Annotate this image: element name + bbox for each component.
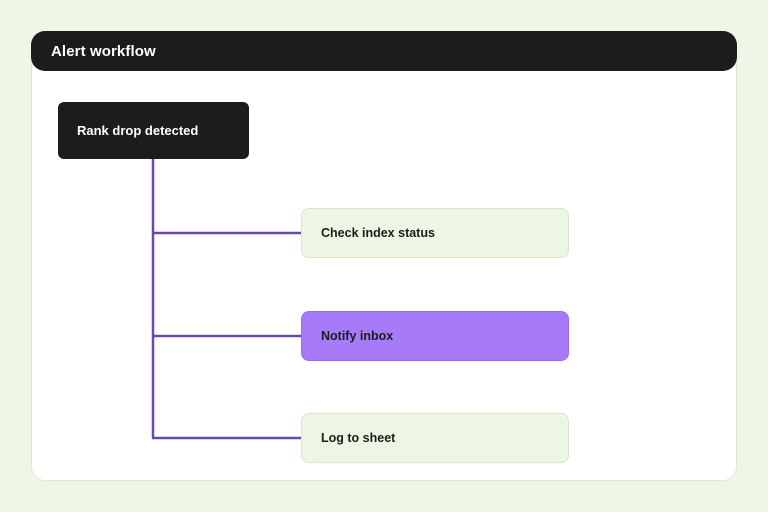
card-header: Alert workflow: [31, 31, 737, 71]
step-label: Check index status: [321, 226, 435, 240]
trigger-label: Rank drop detected: [77, 123, 199, 138]
step-label: Notify inbox: [321, 329, 394, 343]
workflow-title: Alert workflow: [51, 42, 156, 60]
step-check-index-status[interactable]: Check index status: [301, 208, 569, 258]
trigger-node[interactable]: Rank drop detected: [58, 102, 249, 159]
step-label: Log to sheet: [321, 431, 396, 445]
step-log-to-sheet[interactable]: Log to sheet: [301, 413, 569, 463]
step-notify-inbox[interactable]: Notify inbox: [301, 311, 569, 361]
